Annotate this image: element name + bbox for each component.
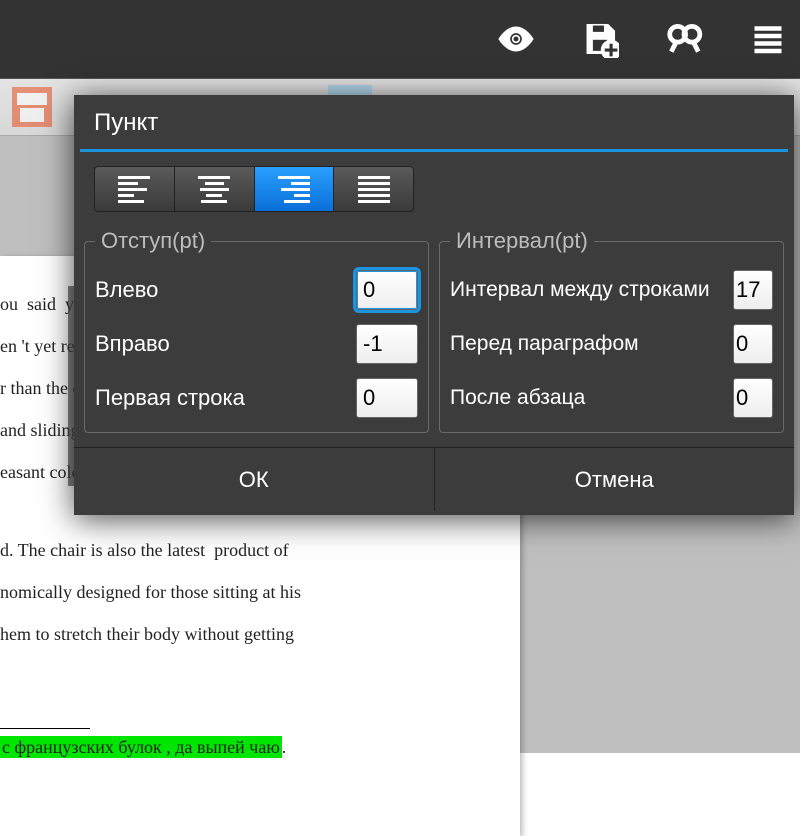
space-after-input[interactable] bbox=[733, 378, 773, 418]
spacing-group: Интервал(pt) Интервал между строками Пер… bbox=[439, 228, 784, 433]
menu-icon[interactable] bbox=[746, 17, 790, 61]
indent-legend: Отступ(pt) bbox=[95, 228, 211, 254]
spacing-legend: Интервал(pt) bbox=[450, 228, 594, 254]
indent-left-label: Влево bbox=[95, 277, 158, 303]
dialog-divider bbox=[80, 149, 788, 152]
align-center-button[interactable] bbox=[175, 167, 255, 211]
save-button[interactable] bbox=[10, 85, 54, 129]
doc-line: nomically designed for those sitting at … bbox=[0, 574, 520, 610]
align-left-button[interactable] bbox=[95, 167, 175, 211]
line-spacing-input[interactable] bbox=[733, 270, 773, 310]
indent-firstline-label: Первая строка bbox=[95, 385, 245, 411]
doc-line: hem to stretch their body without gettin… bbox=[0, 616, 520, 652]
cancel-button[interactable]: Отмена bbox=[435, 448, 795, 511]
indent-group: Отступ(pt) Влево Вправо Первая строка bbox=[84, 228, 429, 433]
indent-firstline-input[interactable] bbox=[356, 378, 418, 418]
paragraph-dialog: Пункт Отступ(pt) Влево Вправо Первая стр… bbox=[74, 95, 794, 515]
save-plus-icon[interactable] bbox=[578, 17, 622, 61]
align-right-button[interactable] bbox=[255, 167, 335, 211]
top-actionbar bbox=[0, 0, 800, 78]
dialog-actions: ОК Отмена bbox=[74, 447, 794, 511]
ok-button[interactable]: ОК bbox=[74, 448, 435, 511]
space-after-label: После абзаца bbox=[450, 386, 585, 410]
indent-left-input[interactable] bbox=[356, 270, 418, 310]
line-spacing-label: Интервал между строками bbox=[450, 278, 710, 302]
dialog-title: Пункт bbox=[74, 95, 794, 149]
indent-right-label: Вправо bbox=[95, 331, 170, 357]
highlighted-text[interactable]: с французских булок , да выпей чаю bbox=[0, 736, 282, 758]
alignment-button-group bbox=[94, 166, 414, 212]
align-justify-button[interactable] bbox=[334, 167, 413, 211]
indent-right-input[interactable] bbox=[356, 324, 418, 364]
space-before-input[interactable] bbox=[733, 324, 773, 364]
doc-line: d. The chair is also the latest product … bbox=[0, 532, 520, 568]
find-icon[interactable] bbox=[662, 17, 706, 61]
space-before-label: Перед параграфом bbox=[450, 332, 639, 356]
preview-icon[interactable] bbox=[494, 17, 538, 61]
